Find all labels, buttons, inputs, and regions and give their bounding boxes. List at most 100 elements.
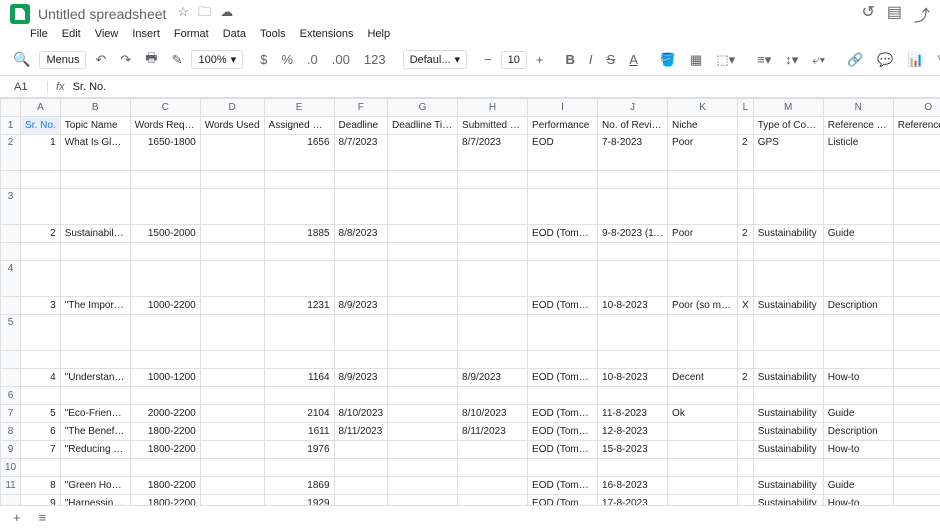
link-icon[interactable]: 🔗: [842, 49, 868, 71]
cell[interactable]: [458, 459, 528, 477]
cell[interactable]: [130, 315, 200, 351]
cell[interactable]: [200, 135, 264, 171]
cell[interactable]: [60, 189, 130, 225]
col-header[interactable]: I: [528, 99, 598, 117]
cell[interactable]: [334, 243, 388, 261]
cell[interactable]: [738, 459, 754, 477]
cell[interactable]: [200, 441, 264, 459]
cell[interactable]: [200, 261, 264, 297]
cell[interactable]: [823, 351, 893, 369]
cell[interactable]: [668, 171, 738, 189]
cell[interactable]: [264, 387, 334, 405]
cell[interactable]: Ok: [668, 405, 738, 423]
cell[interactable]: EOD (Tomorrow: [528, 369, 598, 387]
row-header[interactable]: 10: [1, 459, 21, 477]
cell[interactable]: 8/10/2023: [334, 405, 388, 423]
cell[interactable]: [458, 189, 528, 225]
cell[interactable]: Deadline Time: [388, 117, 458, 135]
cell[interactable]: 2000-2200: [130, 405, 200, 423]
cell[interactable]: 8/10/2023: [458, 405, 528, 423]
cell[interactable]: Submitted Date: [458, 117, 528, 135]
cell[interactable]: 8/9/2023: [458, 369, 528, 387]
cell[interactable]: [21, 261, 61, 297]
cell[interactable]: 8/9/2023: [334, 369, 388, 387]
cell[interactable]: 2: [21, 225, 61, 243]
cell[interactable]: 10-8-2023: [598, 297, 668, 315]
cell[interactable]: 1000-2200: [130, 297, 200, 315]
cell[interactable]: [528, 261, 598, 297]
cell[interactable]: [738, 351, 754, 369]
row-header[interactable]: 11: [1, 477, 21, 495]
cell[interactable]: 1885: [264, 225, 334, 243]
col-header[interactable]: E: [264, 99, 334, 117]
cell[interactable]: [264, 189, 334, 225]
cell[interactable]: [388, 423, 458, 441]
cell[interactable]: [893, 405, 940, 423]
cell[interactable]: [823, 243, 893, 261]
cell[interactable]: Sustainability: [753, 297, 823, 315]
cell[interactable]: [893, 369, 940, 387]
cell[interactable]: EOD (Tomorrow: [528, 477, 598, 495]
cell[interactable]: Reference Docu: [823, 117, 893, 135]
menu-insert[interactable]: Insert: [132, 28, 160, 40]
cell[interactable]: [60, 315, 130, 351]
cell[interactable]: 7: [21, 441, 61, 459]
cell[interactable]: [264, 261, 334, 297]
cell[interactable]: [738, 405, 754, 423]
cell[interactable]: [388, 135, 458, 171]
cell[interactable]: [200, 297, 264, 315]
col-header[interactable]: A: [21, 99, 61, 117]
col-header[interactable]: [1, 99, 21, 117]
cell[interactable]: Topic Name: [60, 117, 130, 135]
row-header[interactable]: 9: [1, 441, 21, 459]
cell[interactable]: 1800-2200: [130, 423, 200, 441]
cell[interactable]: No. of Revisions: [598, 117, 668, 135]
row-header[interactable]: 2: [1, 135, 21, 171]
cell[interactable]: [823, 189, 893, 225]
cell[interactable]: Performance: [528, 117, 598, 135]
cell[interactable]: 8/11/2023: [334, 423, 388, 441]
cell[interactable]: [388, 171, 458, 189]
cell[interactable]: [753, 171, 823, 189]
cell[interactable]: [388, 387, 458, 405]
cell[interactable]: Description: [823, 297, 893, 315]
cell[interactable]: 1650-1800: [130, 135, 200, 171]
cell[interactable]: [458, 243, 528, 261]
cell[interactable]: Sr. No.: [21, 117, 61, 135]
paint-icon[interactable]: ✎: [167, 49, 188, 71]
cell[interactable]: [458, 261, 528, 297]
cell[interactable]: [334, 351, 388, 369]
cell[interactable]: [200, 315, 264, 351]
cell[interactable]: 1000-1200: [130, 369, 200, 387]
cell[interactable]: [738, 315, 754, 351]
cell[interactable]: [528, 243, 598, 261]
cell[interactable]: [388, 243, 458, 261]
cell[interactable]: Poor (so much n: [668, 297, 738, 315]
cell[interactable]: Guide: [823, 477, 893, 495]
cell[interactable]: [893, 441, 940, 459]
cell[interactable]: Decent: [668, 369, 738, 387]
cell[interactable]: [893, 189, 940, 225]
cell[interactable]: Sustainability: [753, 225, 823, 243]
cell[interactable]: Guide: [823, 405, 893, 423]
col-header[interactable]: H: [458, 99, 528, 117]
strike-icon[interactable]: S: [602, 49, 621, 70]
cell[interactable]: 6: [21, 423, 61, 441]
move-icon[interactable]: 🗀: [198, 4, 211, 19]
cell[interactable]: 2: [738, 135, 754, 171]
cell[interactable]: [668, 351, 738, 369]
cell[interactable]: [458, 351, 528, 369]
cell[interactable]: [388, 351, 458, 369]
cell[interactable]: [200, 189, 264, 225]
col-header[interactable]: J: [598, 99, 668, 117]
cell[interactable]: 5: [21, 405, 61, 423]
col-header[interactable]: M: [753, 99, 823, 117]
cell[interactable]: [130, 171, 200, 189]
dec-increase-icon[interactable]: .00: [327, 49, 355, 70]
dec-decrease-icon[interactable]: .0: [302, 49, 323, 70]
cell[interactable]: EOD (Tomorrow: [528, 225, 598, 243]
all-sheets-icon[interactable]: ≡: [34, 507, 52, 528]
cell[interactable]: 1: [21, 135, 61, 171]
row-header[interactable]: 4: [1, 261, 21, 297]
cell[interactable]: [738, 189, 754, 225]
